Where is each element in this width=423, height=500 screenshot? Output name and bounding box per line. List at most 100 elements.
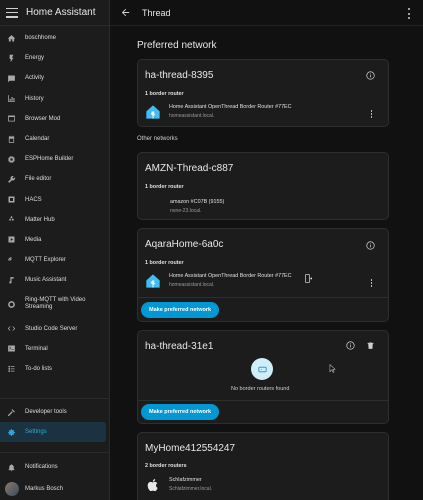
mqtt-icon bbox=[7, 256, 16, 265]
sidebar-item-music-assistant[interactable]: Music Assistant bbox=[0, 270, 110, 290]
sidebar-item-media[interactable]: Media bbox=[0, 230, 110, 250]
trash-icon[interactable] bbox=[366, 341, 375, 350]
border-router-name: Schlafzimmer bbox=[169, 477, 202, 483]
ring-icon bbox=[7, 300, 16, 309]
network-name: AMZN-Thread-c887 bbox=[145, 163, 234, 174]
network-card: ha-thread-8395 1 border router Home Assi… bbox=[137, 59, 389, 127]
sidebar-item-label: Calendar bbox=[25, 136, 50, 143]
card-divider bbox=[138, 400, 388, 401]
home-assistant-logo-icon bbox=[146, 105, 160, 119]
home-assistant-logo-icon bbox=[146, 274, 160, 288]
sidebar-item-to-do-lists[interactable]: To-do lists bbox=[0, 359, 110, 379]
sidebar-item-label: ESPHome Builder bbox=[25, 156, 74, 163]
mouse-cursor-icon bbox=[329, 364, 336, 373]
sidebar-item-label: Matter Hub bbox=[25, 216, 55, 223]
network-card: MyHome412554247 2 border routers Schlafz… bbox=[137, 432, 389, 500]
network-name: MyHome412554247 bbox=[145, 443, 236, 454]
activity-icon bbox=[7, 74, 16, 83]
bell-icon bbox=[7, 463, 16, 472]
sidebar-item-label: MQTT Explorer bbox=[25, 257, 66, 264]
chart-icon bbox=[7, 94, 16, 103]
avatar bbox=[5, 482, 19, 497]
back-arrow-icon[interactable] bbox=[118, 6, 132, 20]
wrench-icon bbox=[7, 175, 16, 184]
make-preferred-network-button[interactable]: Make preferred network bbox=[141, 302, 220, 318]
page-title: Thread bbox=[142, 7, 171, 18]
sidebar-item-label: Browser Mod bbox=[25, 115, 61, 122]
media-icon bbox=[7, 235, 16, 244]
sidebar-item-browser-mod[interactable]: Browser Mod bbox=[0, 109, 110, 129]
router-menu-icon[interactable] bbox=[370, 279, 373, 287]
sidebar-header: Home Assistant bbox=[0, 0, 109, 26]
sidebar-item-label: Ring-MQTT with Video Streaming bbox=[25, 296, 86, 311]
info-icon[interactable] bbox=[346, 341, 355, 350]
border-router-item: Home Assistant OpenThread Border Router … bbox=[145, 273, 292, 289]
menu-icon[interactable] bbox=[6, 7, 18, 18]
sidebar-item-label: To-do lists bbox=[25, 365, 53, 372]
border-router-item: Home Assistant OpenThread Border Router … bbox=[145, 104, 292, 120]
sidebar-item-label: History bbox=[25, 95, 44, 102]
border-router-host: Schlafzimmer.local. bbox=[169, 486, 213, 492]
sidebar-item-energy[interactable]: Energy bbox=[0, 48, 110, 68]
sidebar-item-label: Music Assistant bbox=[25, 277, 67, 284]
network-card: AqaraHome-6a0c 1 border router Home Assi… bbox=[137, 228, 389, 322]
card-divider bbox=[138, 297, 388, 298]
router-menu-icon[interactable] bbox=[370, 110, 373, 118]
info-icon[interactable] bbox=[366, 241, 375, 250]
sidebar-divider bbox=[0, 452, 110, 453]
network-name: AqaraHome-6a0c bbox=[145, 239, 224, 250]
border-router-host: none-23.local. bbox=[170, 208, 202, 214]
sidebar-item-activity[interactable]: Activity bbox=[0, 68, 110, 88]
sidebar-item-label: File editor bbox=[25, 176, 52, 183]
make-preferred-network-button[interactable]: Make preferred network bbox=[141, 404, 220, 420]
sidebar-item-settings[interactable]: Settings bbox=[0, 422, 106, 443]
browser-icon bbox=[7, 114, 16, 123]
border-router-host: homeassistant.local. bbox=[169, 282, 215, 288]
sidebar-item-studio-code-server[interactable]: Studio Code Server bbox=[0, 318, 110, 338]
router-icon bbox=[251, 358, 273, 380]
border-router-count: 2 border routers bbox=[145, 463, 187, 469]
sidebar-item-label: HACS bbox=[25, 196, 42, 203]
sidebar-divider bbox=[0, 398, 110, 399]
sidebar-item-terminal[interactable]: Terminal bbox=[0, 339, 110, 359]
sidebar-item-user[interactable]: Markus Bosch bbox=[0, 477, 110, 500]
sidebar-item-matter-hub[interactable]: Matter Hub bbox=[0, 210, 110, 230]
home-icon bbox=[7, 34, 16, 43]
sidebar-item-label: Developer tools bbox=[25, 409, 67, 416]
sidebar-item-developer-tools[interactable]: Developer tools bbox=[0, 402, 110, 422]
border-router-count: 1 border router bbox=[145, 91, 184, 97]
network-card: AMZN-Thread-c887 1 border router amazon … bbox=[137, 152, 389, 220]
sidebar-item-label: Activity bbox=[25, 75, 45, 82]
network-name: ha-thread-8395 bbox=[145, 70, 214, 81]
sidebar-item-ring-mqtt-with-video-streaming[interactable]: Ring-MQTT with Video Streaming bbox=[0, 290, 110, 318]
code-icon bbox=[7, 324, 16, 333]
device-link-icon[interactable] bbox=[305, 274, 312, 283]
sidebar-item-notifications[interactable]: Notifications bbox=[0, 457, 110, 477]
todo-icon bbox=[7, 364, 16, 373]
border-router-item: amazon #C07B (9155) none-23.local. bbox=[170, 199, 224, 214]
sidebar-item-file-editor[interactable]: File editor bbox=[0, 169, 110, 189]
sidebar-item-history[interactable]: History bbox=[0, 89, 110, 109]
sidebar-item-mqtt-explorer[interactable]: MQTT Explorer bbox=[0, 250, 110, 270]
matter-icon bbox=[7, 215, 16, 224]
topbar: Thread bbox=[110, 0, 423, 26]
calendar-icon bbox=[7, 135, 16, 144]
sidebar-item-label: Energy bbox=[25, 55, 45, 62]
sidebar-title: Home Assistant bbox=[26, 7, 96, 18]
sidebar-bottom: Developer tools Settings bbox=[0, 402, 110, 443]
info-icon[interactable] bbox=[366, 71, 375, 80]
terminal-icon bbox=[7, 344, 16, 353]
sidebar-item-hacs[interactable]: HACS bbox=[0, 190, 110, 210]
sidebar-item-label: Terminal bbox=[25, 345, 48, 352]
sidebar-item-label: Notifications bbox=[25, 464, 58, 471]
sidebar-item-calendar[interactable]: Calendar bbox=[0, 129, 110, 149]
sidebar: Home Assistant boschhome Energy Activity Hi… bbox=[0, 0, 110, 500]
empty-state-text: No border routers found bbox=[231, 386, 290, 392]
sidebar-item-boschhome[interactable]: boschhome bbox=[0, 28, 110, 48]
border-router-item: Schlafzimmer Schlafzimmer.local. bbox=[145, 477, 212, 493]
more-options-icon[interactable] bbox=[407, 8, 411, 19]
network-card: ha-thread-31e1 No border routers found M… bbox=[137, 330, 389, 424]
sidebar-item-esphome-builder[interactable]: ESPHome Builder bbox=[0, 149, 110, 169]
border-router-name: amazon #C07B (9155) bbox=[170, 199, 225, 205]
sidebar-item-label: Studio Code Server bbox=[25, 325, 78, 332]
